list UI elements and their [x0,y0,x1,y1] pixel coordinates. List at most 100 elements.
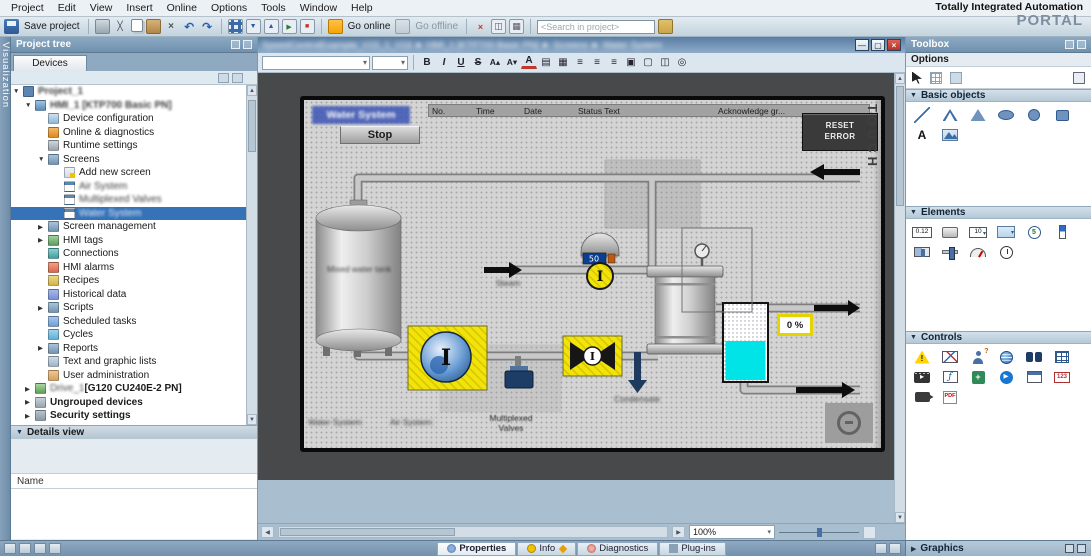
scroll-left-icon[interactable]: ◀ [261,526,274,538]
polyline-tool[interactable] [936,105,964,125]
tree-item[interactable]: User administration [11,369,246,383]
menu-item[interactable]: Project [4,2,51,14]
trend-view-tool[interactable] [936,347,964,367]
expander-icon[interactable]: ▶ [25,385,35,393]
level-io-field[interactable]: 0 % [777,314,813,336]
tree-item[interactable]: Online & diagnostics [11,126,246,140]
select-cursor-icon[interactable] [912,71,922,84]
expander-icon[interactable]: ▶ [38,344,48,352]
stop-runtime-icon[interactable]: ■ [299,19,315,34]
taskbar-icon-1[interactable] [4,543,16,554]
expand-all-icon[interactable] [232,72,243,83]
expander-icon[interactable]: ▶ [38,304,48,312]
screen-window-tool[interactable] [1020,367,1048,387]
camera-view-tool[interactable] [908,387,936,407]
align-center-button[interactable]: ≡ [589,55,605,71]
zoom-slider-thumb[interactable] [817,527,822,537]
tree-item[interactable]: ▶ Reports [11,342,246,356]
start-runtime-icon[interactable]: ▶ [281,19,297,34]
expander-icon[interactable]: ▼ [38,156,48,163]
split-editor-horizontal-icon[interactable]: ◫ [491,19,507,34]
tree-item[interactable]: ▶ Ungrouped devices [11,396,246,410]
tree-item[interactable]: ▶ Screen management [11,220,246,234]
italic-button[interactable]: I [436,55,452,71]
tree-item[interactable]: ▼ Project_1 [11,85,246,99]
symbolic-io-field-tool[interactable]: 10 [964,222,992,242]
tree-item[interactable]: HMI alarms [11,261,246,275]
tree-item[interactable]: Recipes [11,274,246,288]
editor-horizontal-scrollbar[interactable] [278,526,668,538]
menu-item[interactable]: View [83,2,120,14]
tree-item[interactable]: ▶ Scripts [11,301,246,315]
download-icon[interactable]: ▼ [245,19,261,34]
web-control-tool[interactable]: ▶ [992,367,1020,387]
collapse-inspector-icon[interactable] [889,543,901,554]
tree-item[interactable]: ▶ HMI tags [11,234,246,248]
tree-item[interactable]: Scheduled tasks [11,315,246,329]
editor-canvas[interactable]: I I 50 I Water System Stop No. Time Date… [258,73,894,480]
tree-item[interactable]: ▶ Drive_1 [G120 CU240E-2 PN] [11,382,246,396]
system-diagnostics-tool[interactable]: + [964,367,992,387]
slider-tool[interactable] [936,242,964,262]
group-objects-button[interactable]: ◫ [657,55,673,71]
date-time-field-tool[interactable]: 5 [1020,222,1048,242]
pin-panel-icon[interactable] [1065,40,1074,49]
fit-to-screen-icon[interactable] [863,525,876,539]
pin-panel-icon[interactable] [231,40,240,49]
send-to-back-button[interactable]: ▢ [640,55,656,71]
editor-vertical-scrollbar[interactable]: ▲ ▼ [894,73,905,523]
copy-icon[interactable] [130,19,143,32]
search-input[interactable] [537,19,656,34]
tree-scrollbar[interactable]: ▲ ▼ [246,85,257,425]
tree-item[interactable]: Water System [11,206,246,220]
details-name-column-header[interactable]: Name [11,473,257,489]
project-library-icon[interactable] [658,19,674,34]
tab-diagnostics[interactable]: Diagnostics [577,541,659,556]
graphics-section-header[interactable]: ▶ Graphics [905,541,1091,556]
compile-icon[interactable] [227,19,243,34]
align-right-button[interactable]: ≡ [606,55,622,71]
redo-icon[interactable]: ↷ [200,19,215,34]
collapse-panel-icon[interactable] [1077,544,1086,553]
menu-item[interactable]: Tools [254,2,293,14]
function-trend-tool[interactable]: ƒ [936,367,964,387]
undo-icon[interactable]: ↶ [182,19,197,34]
upload-icon[interactable]: ▲ [263,19,279,34]
collapse-panel-icon[interactable] [1077,40,1086,49]
split-editor-vertical-icon[interactable]: ▦ [509,19,525,34]
expander-icon[interactable]: ▶ [38,236,48,244]
section-controls[interactable]: ▼ Controls [906,331,1091,344]
options-more-icon[interactable] [1073,71,1085,84]
bring-to-front-button[interactable]: ▣ [623,55,639,71]
menu-item[interactable]: Edit [51,2,83,14]
expander-icon[interactable]: ▼ [13,88,23,95]
expander-icon[interactable]: ▶ [25,398,35,406]
font-color-button[interactable]: A [521,55,537,69]
scroll-thumb[interactable] [896,86,904,206]
dock-inspector-icon[interactable] [875,543,887,554]
tree-item[interactable]: Multiplexed Valves [11,193,246,207]
cross-reference-icon[interactable]: × [473,19,488,34]
tree-item[interactable]: Text and graphic lists [11,355,246,369]
bar-tool[interactable] [1048,222,1076,242]
show-grid-icon[interactable] [950,71,962,84]
tree-item[interactable]: Historical data [11,288,246,302]
numeric-view-tool[interactable]: 123 [1048,367,1076,387]
tree-item[interactable]: ▼ HMI_1 [KTP700 Basic PN] [11,99,246,113]
tree-item[interactable]: Connections [11,247,246,261]
taskbar-icon-4[interactable] [49,543,61,554]
collapse-panel-icon[interactable] [243,40,252,49]
tree-item[interactable]: Runtime settings [11,139,246,153]
tab-devices[interactable]: Devices [13,55,87,71]
rectangle-tool[interactable] [1048,105,1076,125]
go-offline-button[interactable]: Go offline [415,21,458,32]
section-basic-objects[interactable]: ▼ Basic objects [906,89,1091,102]
button-tool[interactable] [936,222,964,242]
scroll-up-icon[interactable]: ▲ [247,85,257,96]
scroll-up-icon[interactable]: ▲ [895,73,905,84]
text-field-tool[interactable]: A [908,125,936,145]
menu-item[interactable]: Options [204,2,254,14]
minimize-editor-button[interactable]: — [855,39,869,51]
gauge-tool[interactable] [964,242,992,262]
polygon-tool[interactable] [964,105,992,125]
